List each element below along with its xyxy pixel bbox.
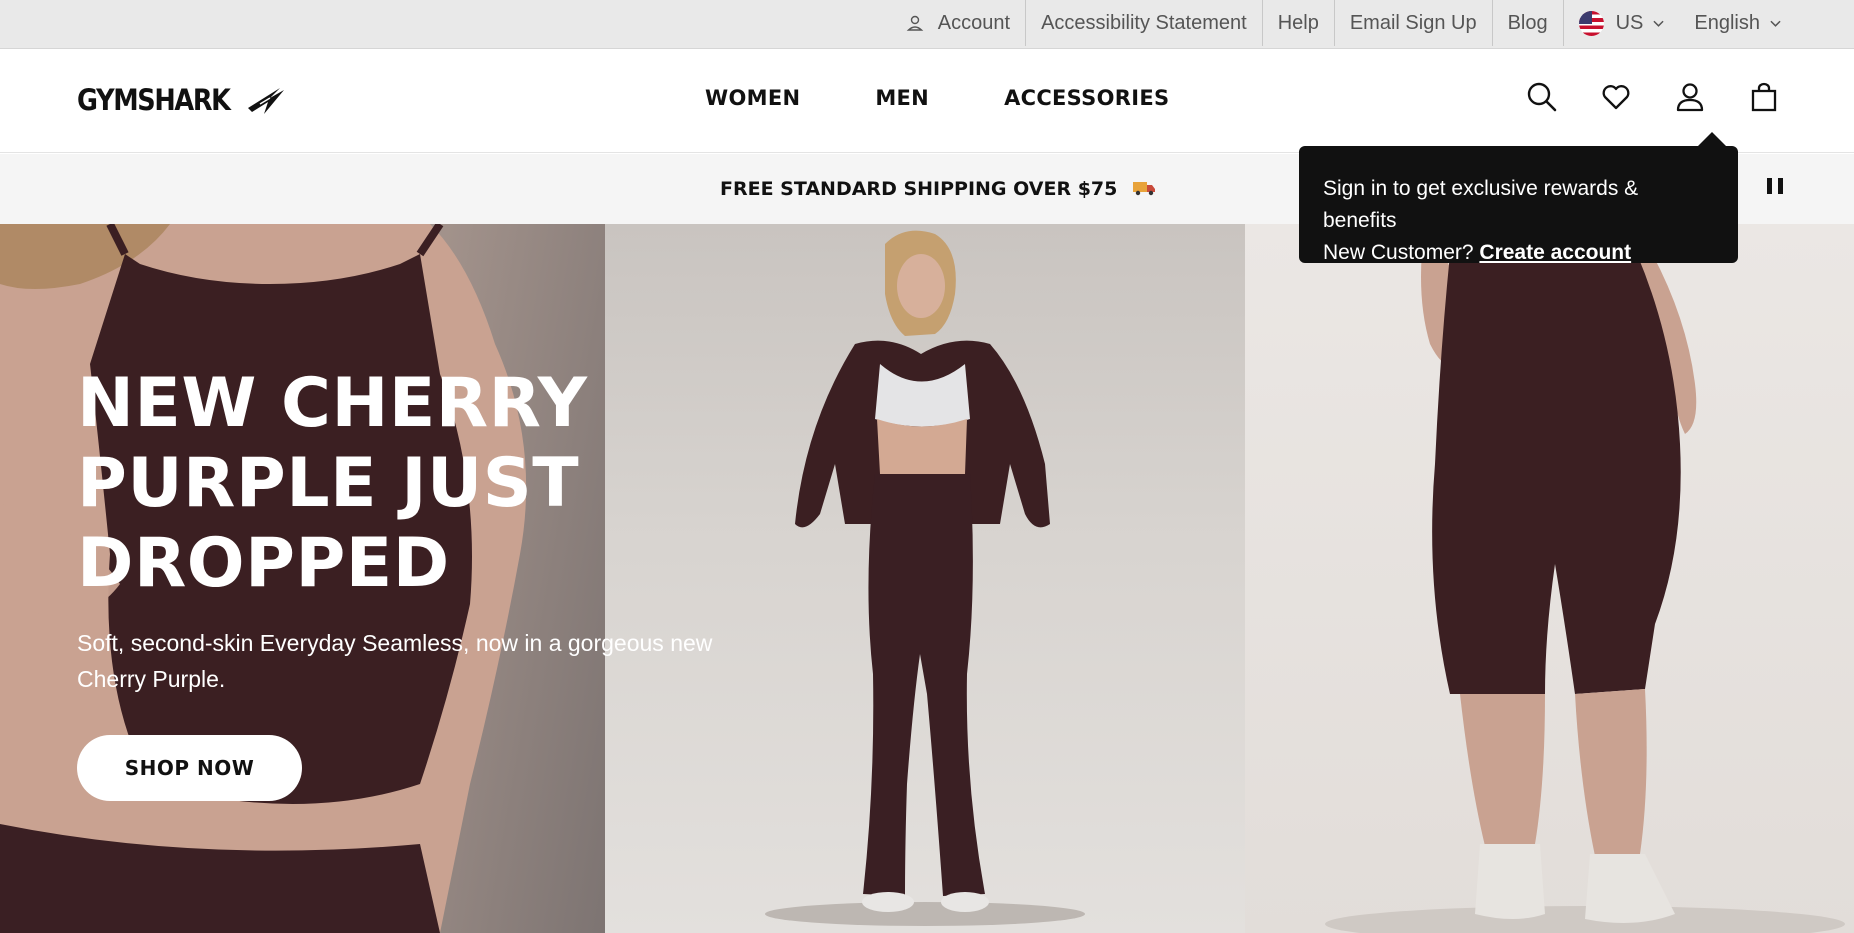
gymshark-logo[interactable]: GYMSHARK bbox=[77, 82, 286, 118]
hero-subtitle: Soft, second-skin Everyday Seamless, now… bbox=[77, 630, 713, 692]
email-signup-link[interactable]: Email Sign Up bbox=[1335, 0, 1493, 46]
shop-now-button[interactable]: SHOP NOW bbox=[77, 735, 302, 801]
utility-bar: Account Accessibility Statement Help Ema… bbox=[0, 0, 1854, 49]
hero-title-line: PURPLE JUST bbox=[77, 444, 580, 523]
truck-icon bbox=[1133, 182, 1155, 196]
language-selector[interactable]: English bbox=[1679, 0, 1796, 46]
nav-accessories[interactable]: ACCESSORIES bbox=[1004, 86, 1169, 110]
new-customer-label: New Customer? bbox=[1323, 241, 1474, 264]
new-customer-line: New Customer? Create account bbox=[1323, 237, 1714, 269]
hero-image-center bbox=[605, 224, 1245, 933]
model-back-image bbox=[1325, 224, 1845, 933]
pause-icon bbox=[1767, 178, 1772, 194]
shark-logo-icon bbox=[248, 88, 285, 114]
country-selector[interactable]: US bbox=[1564, 0, 1680, 46]
account-button[interactable] bbox=[1672, 79, 1708, 115]
account-link[interactable]: Account bbox=[891, 0, 1027, 46]
wishlist-button[interactable] bbox=[1598, 79, 1634, 115]
us-flag-icon bbox=[1578, 10, 1604, 36]
bag-button[interactable] bbox=[1746, 79, 1782, 115]
blog-link[interactable]: Blog bbox=[1493, 0, 1564, 46]
pause-icon bbox=[1778, 178, 1783, 194]
nav-men[interactable]: MEN bbox=[875, 86, 929, 110]
bag-icon bbox=[1751, 82, 1777, 112]
nav-women[interactable]: WOMEN bbox=[705, 86, 800, 110]
main-nav: WOMEN MEN ACCESSORIES bbox=[705, 86, 1244, 110]
account-label: Account bbox=[937, 11, 1011, 34]
signin-message: Sign in to get exclusive rewards & benef… bbox=[1323, 177, 1639, 232]
accessibility-link[interactable]: Accessibility Statement bbox=[1026, 0, 1263, 46]
language-label: English bbox=[1694, 11, 1760, 34]
hero-title: NEW CHERRY PURPLE JUST DROPPED bbox=[77, 364, 697, 604]
user-icon bbox=[906, 15, 924, 31]
hero-banner[interactable]: NEW CHERRY PURPLE JUST DROPPED Soft, sec… bbox=[0, 224, 1854, 933]
country-label: US bbox=[1615, 11, 1644, 34]
hero-title-line: DROPPED bbox=[77, 524, 450, 603]
chevron-down-icon bbox=[1653, 20, 1664, 27]
main-header: GYMSHARK WOMEN MEN ACCESSORIES bbox=[0, 49, 1854, 153]
create-account-link[interactable]: Create account bbox=[1479, 241, 1631, 264]
promo-message: FREE STANDARD SHIPPING OVER $75 bbox=[720, 178, 1156, 200]
model-full-image bbox=[765, 230, 1085, 926]
help-link[interactable]: Help bbox=[1263, 0, 1335, 46]
header-icons bbox=[1524, 79, 1820, 115]
search-icon bbox=[1527, 82, 1557, 112]
user-icon bbox=[1676, 83, 1704, 112]
hero-title-line: NEW CHERRY bbox=[77, 364, 588, 443]
signin-tooltip: Sign in to get exclusive rewards & benef… bbox=[1299, 132, 1738, 264]
promo-label: FREE STANDARD SHIPPING OVER $75 bbox=[720, 178, 1118, 200]
utility-links: Account Accessibility Statement Help Ema… bbox=[891, 0, 1796, 46]
search-button[interactable] bbox=[1524, 79, 1560, 115]
pause-button[interactable] bbox=[1767, 178, 1783, 196]
chevron-down-icon bbox=[1770, 20, 1781, 27]
hero-image-right bbox=[1245, 224, 1854, 933]
logo-text: GYMSHARK bbox=[77, 83, 231, 117]
heart-icon bbox=[1602, 85, 1630, 110]
